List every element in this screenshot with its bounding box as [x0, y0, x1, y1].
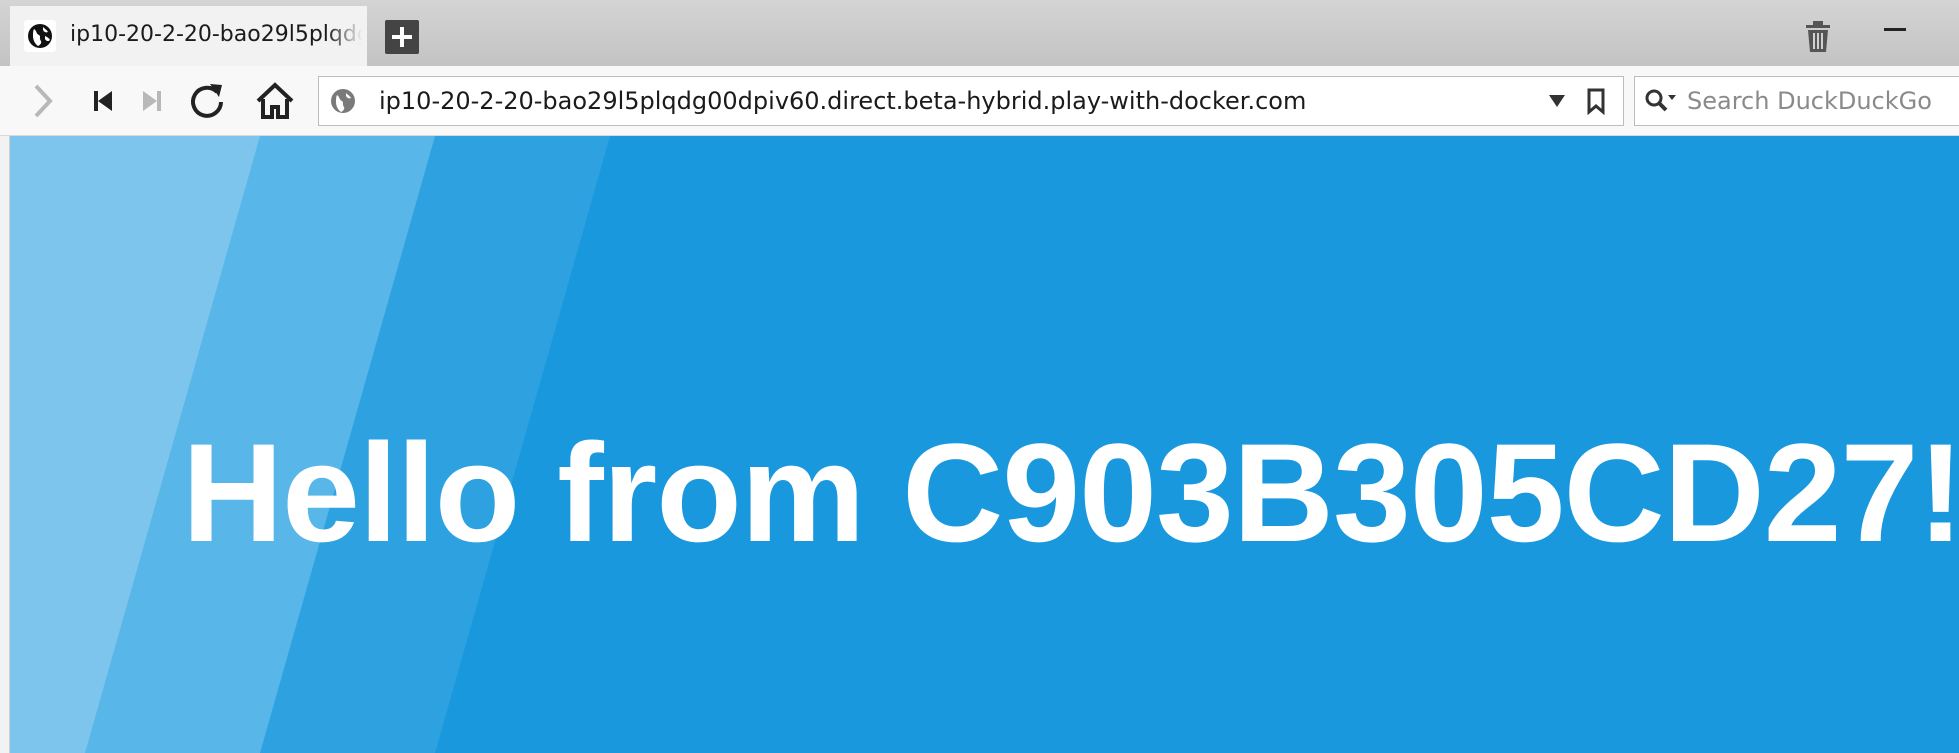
skip-back-icon[interactable] [82, 80, 124, 122]
navigation-bar: ip10-20-2-20-bao29l5plqdg00dpiv60.direct… [0, 66, 1959, 136]
page-heading: Hello from C903B305CD27! [182, 414, 1959, 571]
home-icon[interactable] [254, 80, 296, 122]
minimize-icon[interactable] [1884, 28, 1906, 31]
address-bar[interactable]: ip10-20-2-20-bao29l5plqdg00dpiv60.direct… [318, 76, 1624, 126]
globe-icon [331, 89, 355, 113]
tab-strip: ip10-20-2-20-bao29l5plqdg00dpiv60.direct… [0, 0, 1959, 66]
active-tab[interactable]: ip10-20-2-20-bao29l5plqdg00dpiv60.direct… [10, 6, 367, 66]
reload-icon[interactable] [186, 80, 228, 122]
chevron-right-icon[interactable] [22, 80, 64, 122]
bookmark-icon[interactable] [1585, 87, 1607, 115]
url-text: ip10-20-2-20-bao29l5plqdg00dpiv60.direct… [379, 87, 1307, 115]
search-bar [1634, 76, 1959, 126]
chevron-down-icon[interactable] [1547, 93, 1567, 109]
search-input[interactable] [1687, 85, 1959, 117]
tab-title: ip10-20-2-20-bao29l5plqdg00dpiv60.direct… [70, 22, 362, 47]
sidebar-edge [0, 136, 10, 753]
page-content: Hello from C903B305CD27! [10, 136, 1959, 753]
skip-forward-icon[interactable] [131, 80, 173, 122]
trash-icon[interactable] [1800, 18, 1836, 54]
globe-icon [24, 20, 56, 52]
plus-icon[interactable] [385, 20, 419, 54]
search-icon[interactable] [1643, 87, 1679, 115]
browser-window: ip10-20-2-20-bao29l5plqdg00dpiv60.direct… [0, 0, 1959, 753]
